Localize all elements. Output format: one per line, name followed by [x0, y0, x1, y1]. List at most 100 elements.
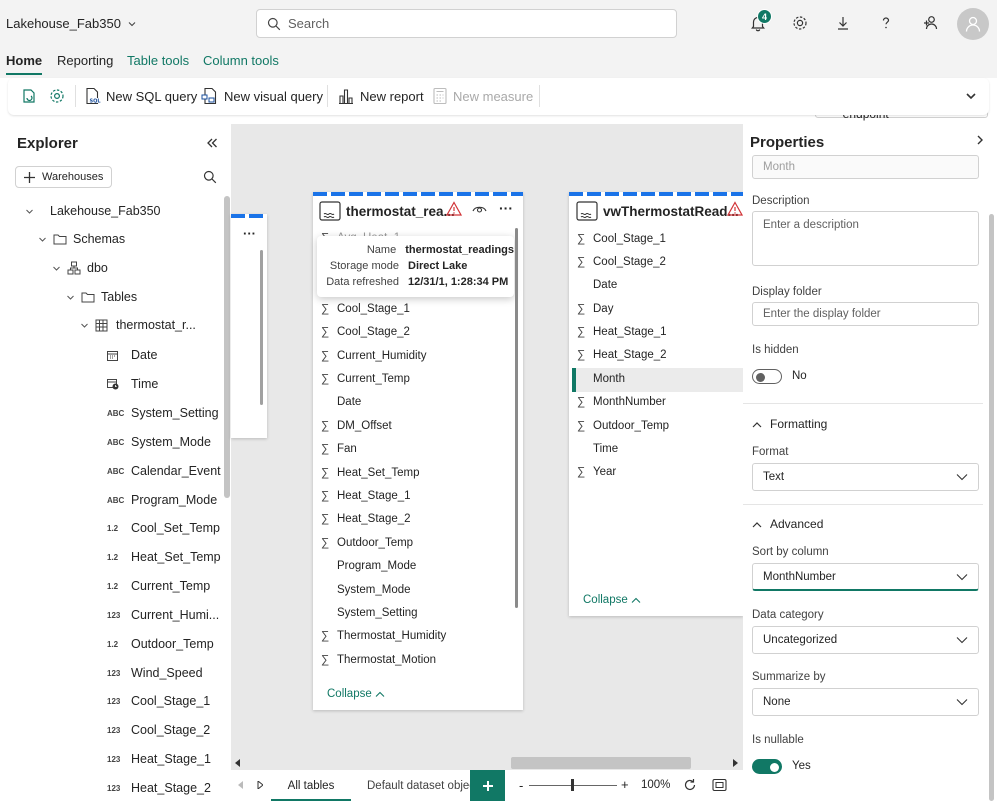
- card-field[interactable]: ∑ Thermostat_Motion: [321, 654, 436, 666]
- card-field[interactable]: ∑ Cool_Stage_2: [577, 256, 666, 268]
- explorer-column[interactable]: 123 Heat_Stage_1: [107, 752, 211, 766]
- card-field[interactable]: ∑ Heat_Stage_1: [577, 326, 667, 338]
- explorer-column[interactable]: 1.2 Outdoor_Temp: [107, 637, 214, 651]
- tab-home[interactable]: Home: [6, 53, 43, 75]
- explorer-column[interactable]: ABC System_Mode: [107, 435, 211, 449]
- card-field[interactable]: Date: [321, 396, 361, 408]
- tab-table-tools[interactable]: Table tools: [127, 53, 189, 68]
- card-field[interactable]: ∑ Fan: [321, 443, 357, 455]
- explorer-column[interactable]: Date: [107, 348, 157, 362]
- expand-ribbon-button[interactable]: [965, 90, 977, 102]
- nullable-toggle[interactable]: [752, 759, 782, 774]
- explorer-column[interactable]: ABC Program_Mode: [107, 493, 217, 507]
- card-field-selected[interactable]: Month: [577, 373, 625, 385]
- card-field[interactable]: ∑ Heat_Stage_2: [577, 349, 667, 361]
- explorer-column[interactable]: Time: [107, 377, 158, 391]
- fit-to-screen-icon[interactable]: [712, 778, 727, 792]
- formatting-section-toggle[interactable]: Formatting: [752, 417, 827, 431]
- new-report-button[interactable]: New report: [337, 87, 424, 105]
- help-button[interactable]: [874, 11, 898, 35]
- table-card-thermostat[interactable]: thermostat_rea... ··· ∑Avg_Heat_1 Nameth…: [313, 192, 523, 710]
- explorer-column[interactable]: 123 Cool_Stage_2: [107, 723, 210, 737]
- canvas-horizontal-scrollbar[interactable]: [231, 756, 743, 770]
- table-card-view[interactable]: vwThermostatRead... ∑ Cool_Stage_1 ∑ Cool_…: [569, 192, 743, 616]
- warning-icon[interactable]: [727, 201, 743, 216]
- explorer-search-button[interactable]: [203, 170, 217, 184]
- tab-reporting[interactable]: Reporting: [57, 53, 113, 68]
- display-folder-field[interactable]: Enter the display folder: [752, 302, 979, 326]
- card-field[interactable]: ∑ Heat_Stage_2: [321, 513, 411, 525]
- new-visual-query-button[interactable]: New visual query: [201, 87, 323, 105]
- explorer-column[interactable]: 123 Cool_Stage_1: [107, 694, 210, 708]
- scroll-thumb[interactable]: [511, 757, 691, 769]
- tree-item-tables[interactable]: Tables: [66, 290, 137, 304]
- description-field[interactable]: Enter a description: [752, 211, 979, 266]
- tree-item-dbo[interactable]: dbo: [52, 261, 108, 275]
- card-field[interactable]: ∑ Day: [577, 303, 613, 315]
- card-field[interactable]: ∑ Outdoor_Temp: [321, 537, 413, 549]
- explorer-scrollbar[interactable]: [224, 196, 230, 498]
- avatar[interactable]: [957, 8, 989, 40]
- collapse-card-button[interactable]: Collapse: [327, 688, 385, 700]
- card-field[interactable]: System_Setting: [321, 607, 418, 619]
- properties-scrollbar[interactable]: [989, 214, 994, 801]
- explorer-column[interactable]: 1.2 Heat_Set_Temp: [107, 550, 221, 564]
- is-hidden-toggle[interactable]: [752, 369, 782, 384]
- zoom-out-button[interactable]: -: [519, 778, 523, 793]
- tab-all-tables[interactable]: All tables: [271, 770, 351, 801]
- collapse-card-button[interactable]: Collapse: [583, 594, 641, 606]
- tree-item-lakehouse[interactable]: Lakehouse_Fab350: [25, 204, 161, 218]
- explorer-column[interactable]: 123 Current_Humi...: [107, 608, 219, 622]
- advanced-section-toggle[interactable]: Advanced: [752, 517, 823, 531]
- card-field[interactable]: Date: [577, 279, 617, 291]
- chevron-right-icon[interactable]: [257, 781, 263, 789]
- card-scrollbar[interactable]: [515, 228, 518, 608]
- share-button[interactable]: [918, 11, 942, 35]
- sort-by-dropdown[interactable]: MonthNumber: [752, 563, 979, 591]
- model-canvas[interactable]: ··· thermostat_rea... ··· ∑Avg_Heat_1 Na…: [231, 124, 743, 801]
- explorer-column[interactable]: ABC Calendar_Event: [107, 464, 221, 478]
- tab-column-tools[interactable]: Column tools: [203, 53, 279, 68]
- data-category-dropdown[interactable]: Uncategorized: [752, 626, 979, 654]
- explorer-column[interactable]: 123 Wind_Speed: [107, 666, 203, 680]
- card-field[interactable]: Time: [577, 443, 618, 455]
- card-field[interactable]: ∑ Year: [577, 466, 616, 478]
- download-button[interactable]: [831, 11, 855, 35]
- zoom-in-button[interactable]: +: [621, 777, 629, 792]
- tab-default-dataset[interactable]: Default dataset objec: [367, 770, 475, 801]
- settings-button[interactable]: [788, 11, 812, 35]
- card-field[interactable]: ∑ MonthNumber: [577, 396, 666, 408]
- reset-view-icon[interactable]: [683, 778, 697, 792]
- expand-properties-button[interactable]: [976, 134, 986, 146]
- column-name-field[interactable]: Month: [752, 155, 979, 179]
- summarize-dropdown[interactable]: None: [752, 688, 979, 716]
- explorer-column[interactable]: 1.2 Cool_Set_Temp: [107, 521, 220, 535]
- more-options-icon[interactable]: ···: [243, 226, 256, 241]
- card-field[interactable]: ∑ Current_Temp: [321, 373, 410, 385]
- card-scrollbar[interactable]: [260, 250, 263, 405]
- table-card-partial[interactable]: ···: [231, 214, 267, 438]
- visibility-eye-icon[interactable]: [472, 204, 487, 214]
- more-options-icon[interactable]: ···: [499, 200, 513, 216]
- new-sql-query-button[interactable]: SQL New SQL query: [84, 87, 197, 105]
- card-field[interactable]: ∑ Current_Humidity: [321, 350, 426, 362]
- search-box[interactable]: Search: [256, 9, 677, 38]
- zoom-slider-thumb[interactable]: [571, 779, 574, 791]
- settings-ribbon-button[interactable]: [48, 87, 66, 105]
- card-field[interactable]: ∑ Cool_Stage_1: [577, 233, 666, 245]
- card-field[interactable]: ∑ Thermostat_Humidity: [321, 630, 446, 642]
- warning-icon[interactable]: [446, 201, 462, 216]
- card-field[interactable]: ∑ Cool_Stage_2: [321, 326, 410, 338]
- refresh-button[interactable]: [20, 87, 38, 105]
- add-layout-button[interactable]: [470, 770, 505, 801]
- explorer-column[interactable]: 1.2 Current_Temp: [107, 579, 210, 593]
- card-field[interactable]: ∑ Heat_Set_Temp: [321, 467, 419, 479]
- card-field[interactable]: ∑ Outdoor_Temp: [577, 420, 669, 432]
- tree-item-table-thermostat[interactable]: thermostat_r...: [80, 318, 196, 332]
- explorer-column[interactable]: ABC System_Setting: [107, 406, 219, 420]
- chevron-left-icon[interactable]: [238, 781, 244, 789]
- card-field[interactable]: System_Mode: [321, 584, 411, 596]
- explorer-column[interactable]: 123 Heat_Stage_2: [107, 781, 211, 795]
- add-warehouses-button[interactable]: Warehouses: [15, 166, 112, 188]
- new-measure-button[interactable]: New measure: [432, 87, 533, 105]
